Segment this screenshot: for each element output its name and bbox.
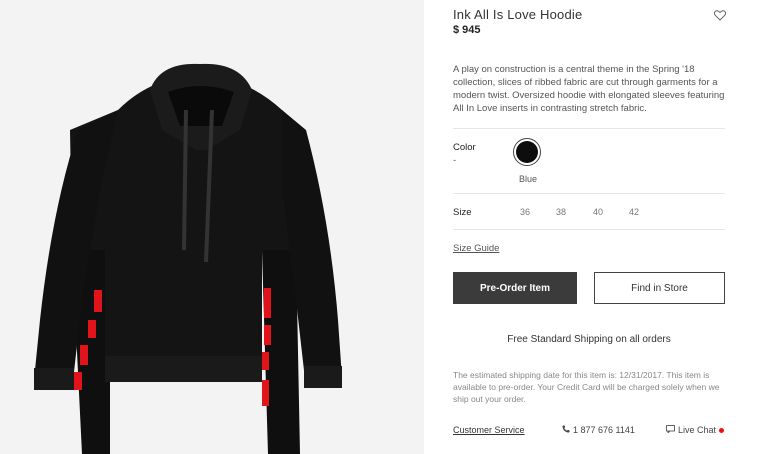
live-chat-label: Live Chat <box>678 425 717 435</box>
find-in-store-button[interactable]: Find in Store <box>594 272 725 304</box>
phone-icon <box>562 425 570 435</box>
chat-icon <box>666 425 675 435</box>
divider <box>453 229 725 230</box>
phone-number: 1 877 676 1141 <box>573 425 635 435</box>
live-chat-button[interactable]: Live Chat <box>666 425 725 435</box>
size-option-38[interactable]: 38 <box>556 207 566 217</box>
divider <box>453 128 725 129</box>
color-swatch-blue[interactable] <box>513 138 541 166</box>
color-value: - <box>453 155 457 166</box>
product-description: A play on construction is a central them… <box>453 64 725 114</box>
customer-service-link[interactable]: Customer Service <box>453 425 525 435</box>
hoodie-image <box>34 63 342 454</box>
phone-contact: 1 877 676 1141 <box>562 425 635 435</box>
size-option-40[interactable]: 40 <box>593 207 603 217</box>
size-label: Size <box>453 207 472 218</box>
divider <box>453 193 725 194</box>
product-price: $ 945 <box>453 24 481 36</box>
product-details: Ink All Is Love Hoodie $ 945 A play on c… <box>453 0 725 454</box>
color-label: Color <box>453 142 476 153</box>
size-option-36[interactable]: 36 <box>520 207 530 217</box>
free-shipping-note: Free Standard Shipping on all orders <box>507 334 671 345</box>
size-guide-link[interactable]: Size Guide <box>453 243 499 254</box>
live-status-dot <box>719 427 725 433</box>
product-image <box>0 0 424 454</box>
swatch-name: Blue <box>518 174 537 184</box>
size-option-42[interactable]: 42 <box>629 207 639 217</box>
product-title: Ink All Is Love Hoodie <box>453 7 583 22</box>
shipping-estimate: The estimated shipping date for this ite… <box>453 370 720 404</box>
preorder-button[interactable]: Pre-Order Item <box>453 272 577 304</box>
